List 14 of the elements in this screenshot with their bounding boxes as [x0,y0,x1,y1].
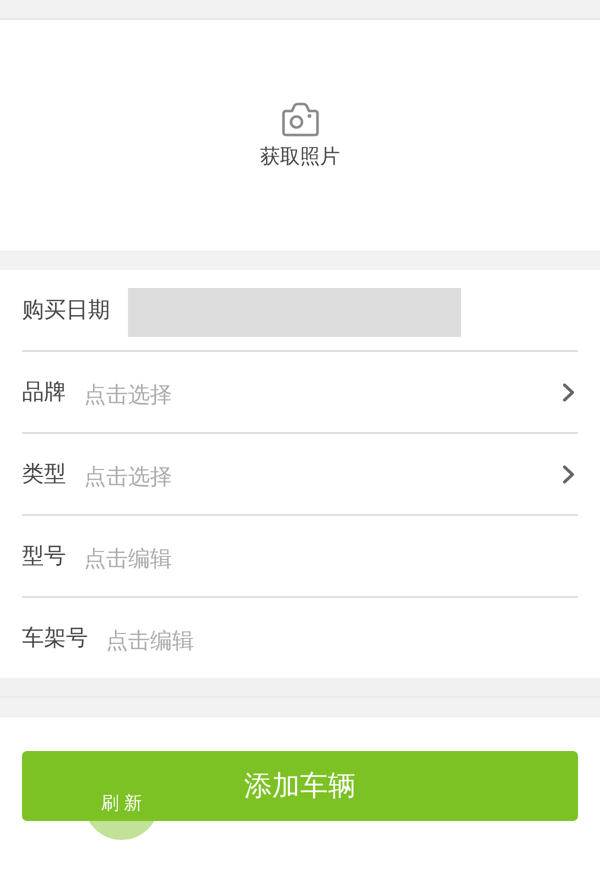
field-label: 车架号 [22,625,88,653]
input-field[interactable]: 点击编辑 [106,628,578,654]
chevron-right-icon [562,464,575,484]
date-field[interactable] [128,288,461,336]
field-label: 型号 [22,543,66,571]
chevron-right-icon [562,382,575,402]
select-field[interactable]: 点击选择 [84,382,558,408]
field-label: 品牌 [22,379,66,407]
field-label: 类型 [22,461,66,489]
field-label: 购买日期 [22,297,110,325]
camera-icon [282,102,318,136]
select-field[interactable]: 点击选择 [84,464,558,490]
get-photo-button[interactable]: 获取照片 [260,102,340,170]
input-field[interactable]: 点击编辑 [84,546,578,572]
